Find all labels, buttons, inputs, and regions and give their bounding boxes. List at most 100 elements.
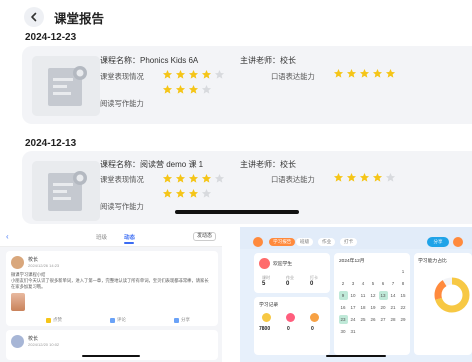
star-icon [188, 189, 199, 198]
class-report-screen: 课堂报告 2024-12-23 课程名称：Phonics Kids 6A 主讲老… [0, 0, 472, 224]
star-icon [175, 70, 186, 79]
page-title: 课堂报告 [54, 11, 105, 26]
close-icon[interactable] [453, 237, 463, 247]
calendar-day[interactable]: 16 [339, 305, 347, 310]
post-author: 校长 [28, 257, 39, 263]
calendar-day[interactable]: 12 [369, 293, 377, 298]
calendar-day[interactable]: 4 [359, 281, 367, 286]
calendar-day[interactable]: 14 [389, 293, 397, 298]
star-icon [188, 70, 199, 79]
course-cover-image [32, 56, 100, 116]
calendar-panel[interactable]: 2024年12月 1 2 3 4 5 6 7 8 9 10 11 12 13 14 15 16 17 18 19 20… [334, 253, 410, 355]
star-icon [372, 173, 383, 182]
calendar-day[interactable]: 10 [349, 293, 357, 298]
stat-value: 5 [262, 281, 266, 287]
calendar-day[interactable]: 1 [399, 269, 407, 274]
calendar-day[interactable]: 30 [339, 329, 347, 334]
calendar-day[interactable]: 25 [359, 317, 367, 322]
medal-icon [310, 313, 319, 322]
star-icon [385, 69, 396, 78]
calendar-title: 2024年12月 [339, 259, 365, 264]
heart-icon [286, 313, 295, 322]
star-icon [214, 70, 225, 79]
calendar-day[interactable]: 9 [339, 293, 347, 298]
report-date: 2024-12-23 [25, 32, 77, 43]
home-indicator [175, 210, 299, 214]
star-icon [333, 173, 344, 182]
avatar [259, 258, 270, 269]
tab-report[interactable]: 学习报告 [269, 238, 296, 246]
calendar-day[interactable]: 27 [379, 317, 387, 322]
back-button[interactable] [24, 7, 44, 27]
report-date: 2024-12-13 [25, 138, 77, 149]
active-tab-indicator [124, 242, 134, 244]
calendar-day[interactable]: 29 [399, 317, 407, 322]
calendar-day[interactable]: 24 [349, 317, 357, 322]
performance-label: 课堂表现情况 [100, 72, 144, 81]
performance-stars-row2 [162, 84, 212, 95]
star-icon [201, 85, 212, 94]
calendar-day[interactable]: 28 [389, 317, 397, 322]
oral-label: 口语表达能力 [271, 72, 315, 81]
course-name: 课程名称：Phonics Kids 6A [100, 56, 199, 65]
calendar-day[interactable]: 21 [389, 305, 397, 310]
calendar-day[interactable]: 7 [389, 281, 397, 286]
like-button[interactable]: 点赞 [46, 317, 62, 323]
share-button[interactable]: 分享 [427, 237, 449, 247]
home-indicator [326, 355, 386, 357]
calendar-day[interactable]: 6 [379, 281, 387, 286]
report-card[interactable]: 课程名称：Phonics Kids 6A 主讲老师：校长 课堂表现情况 口语表达… [22, 46, 472, 124]
calendar-day[interactable]: 2 [339, 281, 347, 286]
dashboard-screen-preview[interactable]: 学习报告 班级 作业 打卡 分享 欢迎学生 课时 5 作业 0 打卡 0 学习记… [240, 227, 472, 362]
oral-label: 口语表达能力 [271, 175, 315, 184]
comment-button[interactable]: 评论 [110, 317, 126, 323]
calendar-day[interactable]: 5 [369, 281, 377, 286]
post-image[interactable] [11, 293, 25, 311]
calendar-day[interactable]: 23 [339, 317, 347, 322]
star-icon [188, 85, 199, 94]
tab-checkin[interactable]: 打卡 [340, 238, 358, 246]
calendar-day[interactable]: 19 [369, 305, 377, 310]
course-name: 课程名称：阅读营 demo 课 1 [100, 160, 204, 169]
calendar-day[interactable]: 3 [349, 281, 357, 286]
star-icon [175, 85, 186, 94]
back-icon[interactable] [253, 237, 263, 247]
star-icon [162, 174, 173, 183]
star-icon [162, 189, 173, 198]
tab-feed[interactable]: 动态 [124, 233, 135, 241]
calendar-day[interactable]: 11 [359, 293, 367, 298]
back-icon[interactable]: ‹ [6, 232, 15, 241]
tab-homework[interactable]: 作业 [318, 238, 336, 246]
avatar [11, 256, 24, 269]
reading-label: 阅读写作能力 [100, 99, 144, 108]
post-time: 2024/12/20 10:02 [28, 342, 60, 347]
calendar-day[interactable]: 31 [349, 329, 357, 334]
like-icon [46, 317, 51, 323]
tab-class[interactable]: 班级 [296, 238, 314, 246]
learning-label: 学习记录 [259, 303, 279, 308]
ability-chart-panel: 学习能力占比 [414, 253, 472, 355]
calendar-day[interactable]: 20 [379, 305, 387, 310]
feed-screen-preview[interactable]: ‹ 班级 动态 发动态 校长 2024/12/26 14:23 微课学习课程小结… [0, 227, 222, 362]
feed-post[interactable]: 校长 2024/12/26 14:23 微课学习课程小结 小朋友们今天认识了很多… [6, 251, 218, 326]
star-icon [201, 189, 212, 198]
profile-name: 欢迎学生 [273, 262, 293, 267]
calendar-day[interactable]: 15 [399, 293, 407, 298]
share-button[interactable]: 分享 [174, 317, 190, 323]
star-icon [175, 174, 186, 183]
performance-stars [162, 69, 225, 80]
certificate-placeholder-icon [32, 56, 100, 116]
post-time: 2024/12/26 14:23 [28, 263, 60, 268]
calendar-day[interactable]: 22 [399, 305, 407, 310]
calendar-day[interactable]: 26 [369, 317, 377, 322]
calendar-day[interactable]: 13 [379, 293, 387, 298]
avatar [11, 335, 24, 348]
calendar-day[interactable]: 17 [349, 305, 357, 310]
performance-stars [162, 173, 225, 184]
calendar-day[interactable]: 8 [399, 281, 407, 286]
post-button[interactable]: 发动态 [192, 232, 216, 241]
share-icon [174, 317, 179, 323]
dashboard-top-bar: 学习报告 班级 作业 打卡 分享 [240, 227, 472, 249]
tab-class[interactable]: 班级 [96, 233, 107, 241]
calendar-day[interactable]: 18 [359, 305, 367, 310]
